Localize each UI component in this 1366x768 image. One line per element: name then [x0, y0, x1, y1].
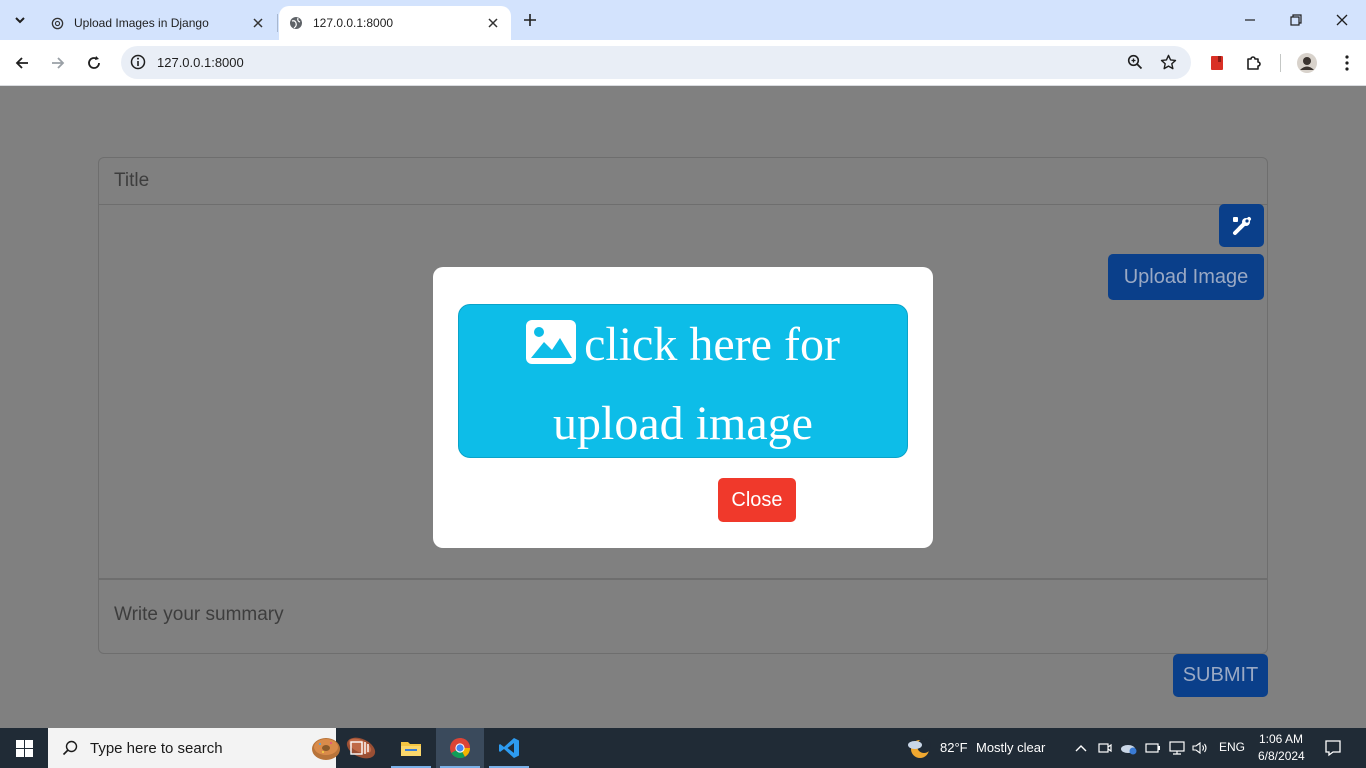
arrow-right-icon: [52, 57, 65, 69]
clock-date[interactable]: 6/8/2024: [1258, 749, 1305, 763]
close-button[interactable]: Close: [718, 478, 796, 522]
clock-time[interactable]: 1:06 AM: [1259, 732, 1303, 746]
close-tab-icon[interactable]: [248, 13, 268, 33]
dropzone-text-line2: upload image: [553, 397, 813, 450]
start-button[interactable]: [0, 728, 48, 768]
tab-upload-images[interactable]: Upload Images in Django: [40, 6, 276, 40]
red-book-extension-icon: [1211, 56, 1223, 70]
chrome-icon: [450, 738, 471, 759]
title-input[interactable]: [98, 157, 1268, 205]
onedrive-sync-icon[interactable]: [1119, 738, 1139, 758]
avatar: [1297, 53, 1317, 73]
search-placeholder: Type here to search: [90, 739, 223, 757]
browser-menu-button[interactable]: [1331, 47, 1363, 79]
language-indicator[interactable]: ENG: [1219, 740, 1245, 754]
restore-button[interactable]: [1276, 6, 1316, 34]
bookmark-star-icon[interactable]: [1158, 52, 1178, 72]
chevron-up-icon[interactable]: [1071, 738, 1091, 758]
chevron-down-icon: [15, 17, 25, 24]
weather-moon-cloud-icon: [908, 739, 931, 758]
plus-icon: [524, 14, 536, 26]
vscode-icon: [499, 738, 519, 758]
minimize-icon: [1245, 19, 1255, 21]
taskbar-search-box[interactable]: Type here to search: [48, 728, 376, 768]
folder-icon: [401, 742, 421, 756]
puzzle-piece-icon: [1247, 56, 1261, 70]
profile-button[interactable]: [1291, 47, 1323, 79]
close-tab-icon[interactable]: [483, 13, 503, 33]
arrow-left-icon: [15, 57, 28, 69]
vscode-taskbar-button[interactable]: [485, 728, 533, 768]
toolbar-divider: [1280, 54, 1281, 72]
openai-logo-icon: [50, 16, 64, 30]
submit-button[interactable]: SUBMIT: [1173, 654, 1268, 697]
dropzone-text-line1: click here for: [584, 318, 840, 371]
site-info-icon[interactable]: [129, 53, 147, 71]
restore-icon: [1290, 14, 1302, 26]
tab-title: Upload Images in Django: [74, 16, 209, 30]
meet-now-icon[interactable]: [1095, 738, 1115, 758]
volume-icon[interactable]: [1190, 738, 1210, 758]
url-text[interactable]: 127.0.0.1:8000: [157, 55, 244, 70]
weather-description[interactable]: Mostly clear: [976, 740, 1045, 755]
image-dropzone[interactable]: click here for upload image: [458, 304, 908, 458]
image-icon: [526, 311, 577, 386]
extensions-button[interactable]: [1238, 47, 1270, 79]
close-window-button[interactable]: [1322, 6, 1362, 34]
notifications-icon[interactable]: [1323, 738, 1343, 758]
upload-image-button[interactable]: Upload Image: [1108, 254, 1264, 300]
taskbar: Type here to search 82°F Mostly clear EN…: [0, 728, 1366, 768]
tab-localhost[interactable]: 127.0.0.1:8000: [279, 6, 511, 40]
summary-textarea[interactable]: [98, 579, 1268, 654]
tab-separator: [277, 14, 278, 32]
minimize-button[interactable]: [1230, 6, 1270, 34]
tools-button[interactable]: [1219, 204, 1264, 247]
forward-button[interactable]: [42, 47, 74, 79]
chrome-taskbar-button[interactable]: [436, 728, 484, 768]
task-view-icon: [350, 741, 369, 755]
tools-icon: [1232, 216, 1251, 235]
file-explorer-button[interactable]: [387, 728, 435, 768]
network-icon[interactable]: [1167, 738, 1187, 758]
new-tab-button[interactable]: [518, 8, 542, 32]
reload-icon: [88, 56, 100, 69]
close-icon: [1336, 14, 1348, 26]
task-view-button[interactable]: [336, 728, 384, 768]
zoom-icon[interactable]: [1125, 52, 1145, 72]
more-vertical-icon: [1345, 55, 1349, 71]
reload-button[interactable]: [78, 47, 110, 79]
browser-toolbar: 127.0.0.1:8000: [0, 40, 1366, 86]
weather-temperature[interactable]: 82°F: [940, 740, 968, 755]
battery-plug-icon[interactable]: [1143, 738, 1163, 758]
windows-logo-icon: [15, 739, 33, 757]
browser-tab-bar: Upload Images in Django 127.0.0.1:8000: [0, 0, 1366, 40]
address-bar[interactable]: 127.0.0.1:8000: [121, 46, 1191, 79]
tab-search-button[interactable]: [6, 6, 34, 34]
search-icon: [62, 740, 78, 756]
back-button[interactable]: [6, 47, 38, 79]
upload-modal: click here for upload image Close: [433, 267, 933, 548]
tab-title: 127.0.0.1:8000: [313, 16, 394, 30]
globe-icon: [289, 16, 303, 30]
extension-red-button[interactable]: [1201, 47, 1233, 79]
